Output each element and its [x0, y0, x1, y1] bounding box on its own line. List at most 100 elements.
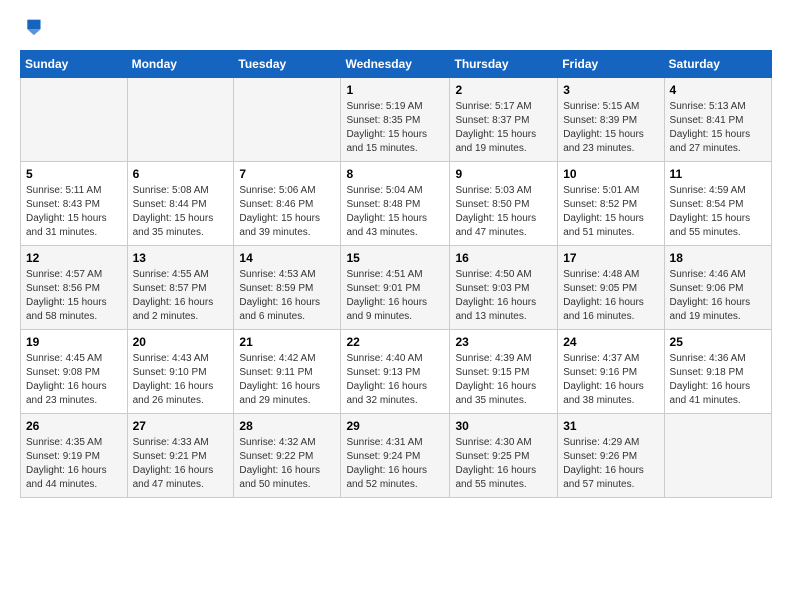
calendar-cell: 17 Sunrise: 4:48 AM Sunset: 9:05 PM Dayli… — [558, 246, 664, 330]
day-info: Sunrise: 4:30 AM Sunset: 9:25 PM Dayligh… — [455, 436, 552, 492]
day-number: 10 — [563, 167, 658, 181]
calendar-cell: 24 Sunrise: 4:37 AM Sunset: 9:16 PM Dayli… — [558, 330, 664, 414]
day-info: Sunrise: 5:11 AM Sunset: 8:43 PM Dayligh… — [26, 184, 122, 240]
day-info: Sunrise: 5:17 AM Sunset: 8:37 PM Dayligh… — [455, 100, 552, 156]
logo-icon — [20, 16, 42, 38]
day-number: 23 — [455, 335, 552, 349]
calendar-week-2: 5Sunrise: 5:11 AM Sunset: 8:43 PM Daylig… — [21, 162, 772, 246]
day-number: 30 — [455, 419, 552, 433]
day-number: 6 — [133, 167, 229, 181]
calendar-cell: 20 Sunrise: 4:43 AM Sunset: 9:10 PM Dayli… — [127, 330, 234, 414]
calendar-body: 1 Sunrise: 5:19 AM Sunset: 8:35 PM Daylig… — [21, 78, 772, 498]
day-info: Sunrise: 4:33 AM Sunset: 9:21 PM Dayligh… — [133, 436, 229, 492]
day-number: 8 — [346, 167, 444, 181]
calendar-week-5: 26 Sunrise: 4:35 AM Sunset: 9:19 PM Dayli… — [21, 414, 772, 498]
day-number: 15 — [346, 251, 444, 265]
calendar-week-3: 12 Sunrise: 4:57 AM Sunset: 8:56 PM Dayli… — [21, 246, 772, 330]
day-info: Sunrise: 4:29 AM Sunset: 9:26 PM Dayligh… — [563, 436, 658, 492]
day-number: 22 — [346, 335, 444, 349]
calendar-cell: 4 Sunrise: 5:13 AM Sunset: 8:41 PM Daylig… — [664, 78, 771, 162]
calendar-table: SundayMondayTuesdayWednesdayThursdayFrid… — [20, 50, 772, 498]
day-info: Sunrise: 4:42 AM Sunset: 9:11 PM Dayligh… — [239, 352, 335, 408]
calendar-week-1: 1 Sunrise: 5:19 AM Sunset: 8:35 PM Daylig… — [21, 78, 772, 162]
calendar-cell: 21Sunrise: 4:42 AM Sunset: 9:11 PM Dayli… — [234, 330, 341, 414]
page-header — [20, 16, 772, 38]
day-number: 4 — [670, 83, 766, 97]
day-info: Sunrise: 4:43 AM Sunset: 9:10 PM Dayligh… — [133, 352, 229, 408]
calendar-cell — [127, 78, 234, 162]
calendar-cell: 8 Sunrise: 5:04 AM Sunset: 8:48 PM Daylig… — [341, 162, 450, 246]
day-number: 13 — [133, 251, 229, 265]
calendar-cell: 2 Sunrise: 5:17 AM Sunset: 8:37 PM Daylig… — [450, 78, 558, 162]
calendar-cell: 1 Sunrise: 5:19 AM Sunset: 8:35 PM Daylig… — [341, 78, 450, 162]
header-row: SundayMondayTuesdayWednesdayThursdayFrid… — [21, 51, 772, 78]
day-info: Sunrise: 4:45 AM Sunset: 9:08 PM Dayligh… — [26, 352, 122, 408]
day-info: Sunrise: 5:13 AM Sunset: 8:41 PM Dayligh… — [670, 100, 766, 156]
header-day-wednesday: Wednesday — [341, 51, 450, 78]
header-day-friday: Friday — [558, 51, 664, 78]
day-number: 16 — [455, 251, 552, 265]
day-info: Sunrise: 4:55 AM Sunset: 8:57 PM Dayligh… — [133, 268, 229, 324]
calendar-cell: 6Sunrise: 5:08 AM Sunset: 8:44 PM Daylig… — [127, 162, 234, 246]
header-day-thursday: Thursday — [450, 51, 558, 78]
day-number: 25 — [670, 335, 766, 349]
calendar-week-4: 19 Sunrise: 4:45 AM Sunset: 9:08 PM Dayli… — [21, 330, 772, 414]
day-number: 26 — [26, 419, 122, 433]
day-info: Sunrise: 4:37 AM Sunset: 9:16 PM Dayligh… — [563, 352, 658, 408]
day-info: Sunrise: 5:04 AM Sunset: 8:48 PM Dayligh… — [346, 184, 444, 240]
day-number: 2 — [455, 83, 552, 97]
header-day-monday: Monday — [127, 51, 234, 78]
day-number: 12 — [26, 251, 122, 265]
day-number: 7 — [239, 167, 335, 181]
calendar-cell: 10 Sunrise: 5:01 AM Sunset: 8:52 PM Dayli… — [558, 162, 664, 246]
day-info: Sunrise: 4:53 AM Sunset: 8:59 PM Dayligh… — [239, 268, 335, 324]
day-info: Sunrise: 4:59 AM Sunset: 8:54 PM Dayligh… — [670, 184, 766, 240]
day-number: 14 — [239, 251, 335, 265]
day-info: Sunrise: 4:46 AM Sunset: 9:06 PM Dayligh… — [670, 268, 766, 324]
day-number: 20 — [133, 335, 229, 349]
day-number: 3 — [563, 83, 658, 97]
day-number: 24 — [563, 335, 658, 349]
day-info: Sunrise: 4:48 AM Sunset: 9:05 PM Dayligh… — [563, 268, 658, 324]
day-info: Sunrise: 4:36 AM Sunset: 9:18 PM Dayligh… — [670, 352, 766, 408]
calendar-cell: 22 Sunrise: 4:40 AM Sunset: 9:13 PM Dayli… — [341, 330, 450, 414]
calendar-cell: 3 Sunrise: 5:15 AM Sunset: 8:39 PM Daylig… — [558, 78, 664, 162]
day-info: Sunrise: 4:35 AM Sunset: 9:19 PM Dayligh… — [26, 436, 122, 492]
day-info: Sunrise: 5:15 AM Sunset: 8:39 PM Dayligh… — [563, 100, 658, 156]
calendar-cell: 15 Sunrise: 4:51 AM Sunset: 9:01 PM Dayli… — [341, 246, 450, 330]
day-info: Sunrise: 5:01 AM Sunset: 8:52 PM Dayligh… — [563, 184, 658, 240]
day-info: Sunrise: 4:51 AM Sunset: 9:01 PM Dayligh… — [346, 268, 444, 324]
day-info: Sunrise: 4:39 AM Sunset: 9:15 PM Dayligh… — [455, 352, 552, 408]
calendar-cell: 18Sunrise: 4:46 AM Sunset: 9:06 PM Dayli… — [664, 246, 771, 330]
calendar-cell: 5Sunrise: 5:11 AM Sunset: 8:43 PM Daylig… — [21, 162, 128, 246]
day-number: 1 — [346, 83, 444, 97]
header-day-sunday: Sunday — [21, 51, 128, 78]
day-info: Sunrise: 4:57 AM Sunset: 8:56 PM Dayligh… — [26, 268, 122, 324]
calendar-cell: 29Sunrise: 4:31 AM Sunset: 9:24 PM Dayli… — [341, 414, 450, 498]
day-number: 28 — [239, 419, 335, 433]
day-info: Sunrise: 5:06 AM Sunset: 8:46 PM Dayligh… — [239, 184, 335, 240]
day-info: Sunrise: 5:19 AM Sunset: 8:35 PM Dayligh… — [346, 100, 444, 156]
calendar-cell: 12 Sunrise: 4:57 AM Sunset: 8:56 PM Dayli… — [21, 246, 128, 330]
day-number: 17 — [563, 251, 658, 265]
calendar-cell — [234, 78, 341, 162]
day-info: Sunrise: 4:40 AM Sunset: 9:13 PM Dayligh… — [346, 352, 444, 408]
header-day-tuesday: Tuesday — [234, 51, 341, 78]
day-number: 11 — [670, 167, 766, 181]
calendar-cell: 23 Sunrise: 4:39 AM Sunset: 9:15 PM Dayli… — [450, 330, 558, 414]
calendar-cell: 19 Sunrise: 4:45 AM Sunset: 9:08 PM Dayli… — [21, 330, 128, 414]
calendar-cell — [21, 78, 128, 162]
calendar-cell: 30 Sunrise: 4:30 AM Sunset: 9:25 PM Dayli… — [450, 414, 558, 498]
calendar-header: SundayMondayTuesdayWednesdayThursdayFrid… — [21, 51, 772, 78]
day-info: Sunrise: 4:32 AM Sunset: 9:22 PM Dayligh… — [239, 436, 335, 492]
calendar-cell: 28 Sunrise: 4:32 AM Sunset: 9:22 PM Dayli… — [234, 414, 341, 498]
calendar-cell: 31 Sunrise: 4:29 AM Sunset: 9:26 PM Dayli… — [558, 414, 664, 498]
calendar-cell: 7 Sunrise: 5:06 AM Sunset: 8:46 PM Daylig… — [234, 162, 341, 246]
calendar-cell: 11 Sunrise: 4:59 AM Sunset: 8:54 PM Dayli… — [664, 162, 771, 246]
header-day-saturday: Saturday — [664, 51, 771, 78]
day-number: 19 — [26, 335, 122, 349]
day-number: 9 — [455, 167, 552, 181]
day-info: Sunrise: 4:50 AM Sunset: 9:03 PM Dayligh… — [455, 268, 552, 324]
calendar-cell: 9Sunrise: 5:03 AM Sunset: 8:50 PM Daylig… — [450, 162, 558, 246]
day-number: 31 — [563, 419, 658, 433]
